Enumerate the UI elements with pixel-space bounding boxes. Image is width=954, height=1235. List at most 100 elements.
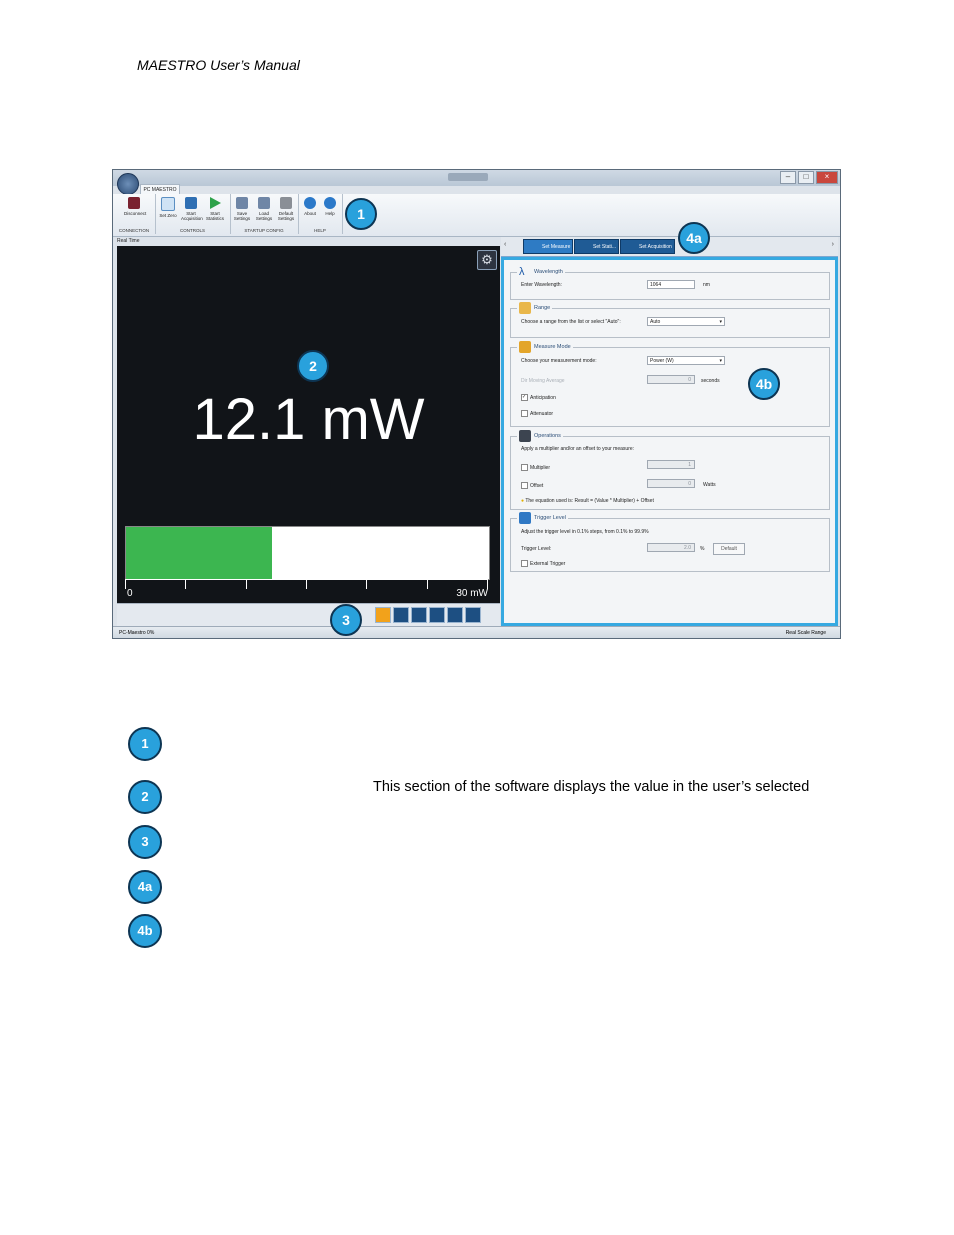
view-icons bbox=[375, 607, 483, 623]
maximize-button[interactable]: □ bbox=[798, 171, 814, 184]
scale-tick bbox=[185, 579, 186, 589]
trigger-icon bbox=[519, 512, 531, 524]
chevron-down-icon: ▾ bbox=[719, 358, 722, 364]
start-acquisition-button[interactable]: Start Acquisition bbox=[181, 197, 203, 221]
callout-4a: 4a bbox=[678, 222, 710, 254]
software-screenshot: – □ × PC MAESTRO Disconnect CONNECTION S… bbox=[112, 169, 841, 639]
external-trigger-checkbox[interactable]: External Trigger bbox=[521, 560, 565, 567]
help-button[interactable]: Help bbox=[320, 197, 340, 216]
help-icon bbox=[324, 197, 336, 209]
chevron-right-icon[interactable]: › bbox=[832, 241, 834, 248]
ribbon-group-help: About Help HELP bbox=[298, 194, 343, 234]
scale-tick bbox=[487, 579, 488, 589]
offset-checkbox[interactable]: Offset bbox=[521, 482, 543, 489]
scale-tick bbox=[306, 579, 307, 589]
default-settings-button[interactable]: Default Settings bbox=[276, 197, 296, 221]
anticipation-checkbox[interactable]: ✓ Anticipation bbox=[521, 394, 556, 401]
scale-tick bbox=[125, 579, 126, 589]
tab-set-measure[interactable]: Set Measure bbox=[523, 239, 573, 254]
tools-icon bbox=[280, 197, 292, 209]
legend-4a: 4a bbox=[128, 870, 162, 904]
save-settings-button[interactable]: Save Settings bbox=[232, 197, 252, 221]
multiplier-input[interactable]: 1 bbox=[647, 460, 695, 469]
range-select[interactable]: Auto ▾ bbox=[647, 317, 725, 326]
status-left: PC-Maestro 0% bbox=[119, 630, 155, 636]
gear-icon: ⚙ bbox=[481, 252, 493, 267]
operations-group: Operations Apply a multiplier and/or an … bbox=[510, 430, 830, 510]
legend-4b: 4b bbox=[128, 914, 162, 948]
wavelength-group: λ Wavelength Enter Wavelength: 1064 nm bbox=[510, 266, 830, 300]
display-settings-button[interactable]: ⚙ bbox=[477, 250, 497, 270]
numeric-view-icon[interactable] bbox=[375, 607, 391, 623]
settings-panel: ‹ Set Measure Set Stati... Set Acquisiti… bbox=[501, 237, 838, 626]
tab-set-acquisition[interactable]: Set Acquisition bbox=[620, 239, 675, 254]
multiplier-checkbox[interactable]: Multiplier bbox=[521, 464, 550, 471]
calculator-icon bbox=[519, 430, 531, 442]
callout-2: 2 bbox=[297, 350, 329, 382]
legend-3: 3 bbox=[128, 825, 162, 859]
measurement-display: ⚙ 12.1 mW 0 30 mW bbox=[117, 246, 500, 603]
lightbulb-icon: ● bbox=[521, 498, 525, 504]
attenuator-checkbox[interactable]: Attenuator bbox=[521, 410, 553, 417]
status-bar: PC-Maestro 0% Real Scale Range bbox=[113, 626, 840, 638]
scale-min-label: 0 bbox=[127, 588, 133, 599]
bar-view-icon[interactable] bbox=[447, 607, 463, 623]
chevron-left-icon[interactable]: ‹ bbox=[504, 241, 506, 248]
wavelength-input[interactable]: 1064 bbox=[647, 280, 695, 289]
tab-set-statistics[interactable]: Set Stati... bbox=[574, 239, 619, 254]
measure-mode-group: Measure Mode Choose your measurement mod… bbox=[510, 341, 830, 427]
status-right: Real Scale Range bbox=[785, 630, 826, 636]
app-orb-icon[interactable] bbox=[117, 173, 139, 195]
tuning-view-icon[interactable] bbox=[411, 607, 427, 623]
title-bar: – □ × bbox=[113, 170, 840, 186]
bar-scale: 0 30 mW bbox=[125, 579, 488, 599]
histogram-view-icon[interactable] bbox=[429, 607, 445, 623]
zero-icon bbox=[161, 197, 175, 211]
callout-4b: 4b bbox=[748, 368, 780, 400]
start-statistics-button[interactable]: Start Statistics bbox=[205, 197, 225, 221]
default-button[interactable]: Default bbox=[713, 543, 745, 555]
display-label: Real Time bbox=[117, 238, 140, 244]
ribbon-group-controls: Set Zero Start Acquisition Start Statist… bbox=[155, 194, 231, 234]
lambda-icon: λ bbox=[519, 266, 525, 278]
ribbon-group-connection: Disconnect CONNECTION bbox=[113, 194, 156, 234]
disconnect-icon bbox=[128, 197, 140, 209]
minimize-button[interactable]: – bbox=[780, 171, 796, 184]
window-controls: – □ × bbox=[778, 171, 838, 184]
line-chart-view-icon[interactable] bbox=[393, 607, 409, 623]
chevron-down-icon: ▾ bbox=[719, 319, 722, 325]
info-icon bbox=[304, 197, 316, 209]
acquisition-icon bbox=[185, 197, 197, 209]
close-button[interactable]: × bbox=[816, 171, 838, 184]
legend-description: This section of the software displays th… bbox=[373, 779, 810, 795]
power-bar bbox=[125, 526, 490, 580]
play-icon bbox=[209, 197, 221, 209]
trigger-level-group: Trigger Level Adjust the trigger level i… bbox=[510, 512, 830, 572]
page-header: MAESTRO User’s Manual bbox=[137, 57, 300, 73]
settings-tabs: ‹ Set Measure Set Stati... Set Acquisiti… bbox=[501, 237, 838, 257]
scale-tick bbox=[246, 579, 247, 589]
settings-body: λ Wavelength Enter Wavelength: 1064 nm Ra… bbox=[501, 257, 838, 626]
scale-tick bbox=[427, 579, 428, 589]
legend-1: 1 bbox=[128, 727, 162, 761]
scale-max-label: 30 mW bbox=[456, 588, 488, 599]
statistics-view-icon[interactable] bbox=[465, 607, 481, 623]
callout-3: 3 bbox=[330, 604, 362, 636]
measurement-reading: 12.1 mW bbox=[192, 387, 425, 452]
offset-input[interactable]: 0 bbox=[647, 479, 695, 488]
view-selector-strip bbox=[117, 603, 500, 626]
range-icon bbox=[519, 302, 531, 314]
ribbon: Disconnect CONNECTION Set Zero Start Acq… bbox=[113, 194, 840, 237]
averaging-input[interactable]: 0 bbox=[647, 375, 695, 384]
load-settings-button[interactable]: Load Settings bbox=[254, 197, 274, 221]
about-button[interactable]: About bbox=[300, 197, 320, 216]
measure-mode-icon bbox=[519, 341, 531, 353]
trigger-level-input[interactable]: 2.0 bbox=[647, 543, 695, 552]
disconnect-button[interactable]: Disconnect bbox=[124, 197, 146, 216]
scale-tick bbox=[366, 579, 367, 589]
set-zero-button[interactable]: Set Zero bbox=[158, 197, 178, 218]
tools-icon bbox=[236, 197, 248, 209]
power-bar-fill bbox=[126, 527, 272, 579]
measure-mode-select[interactable]: Power (W) ▾ bbox=[647, 356, 725, 365]
tools-icon bbox=[258, 197, 270, 209]
